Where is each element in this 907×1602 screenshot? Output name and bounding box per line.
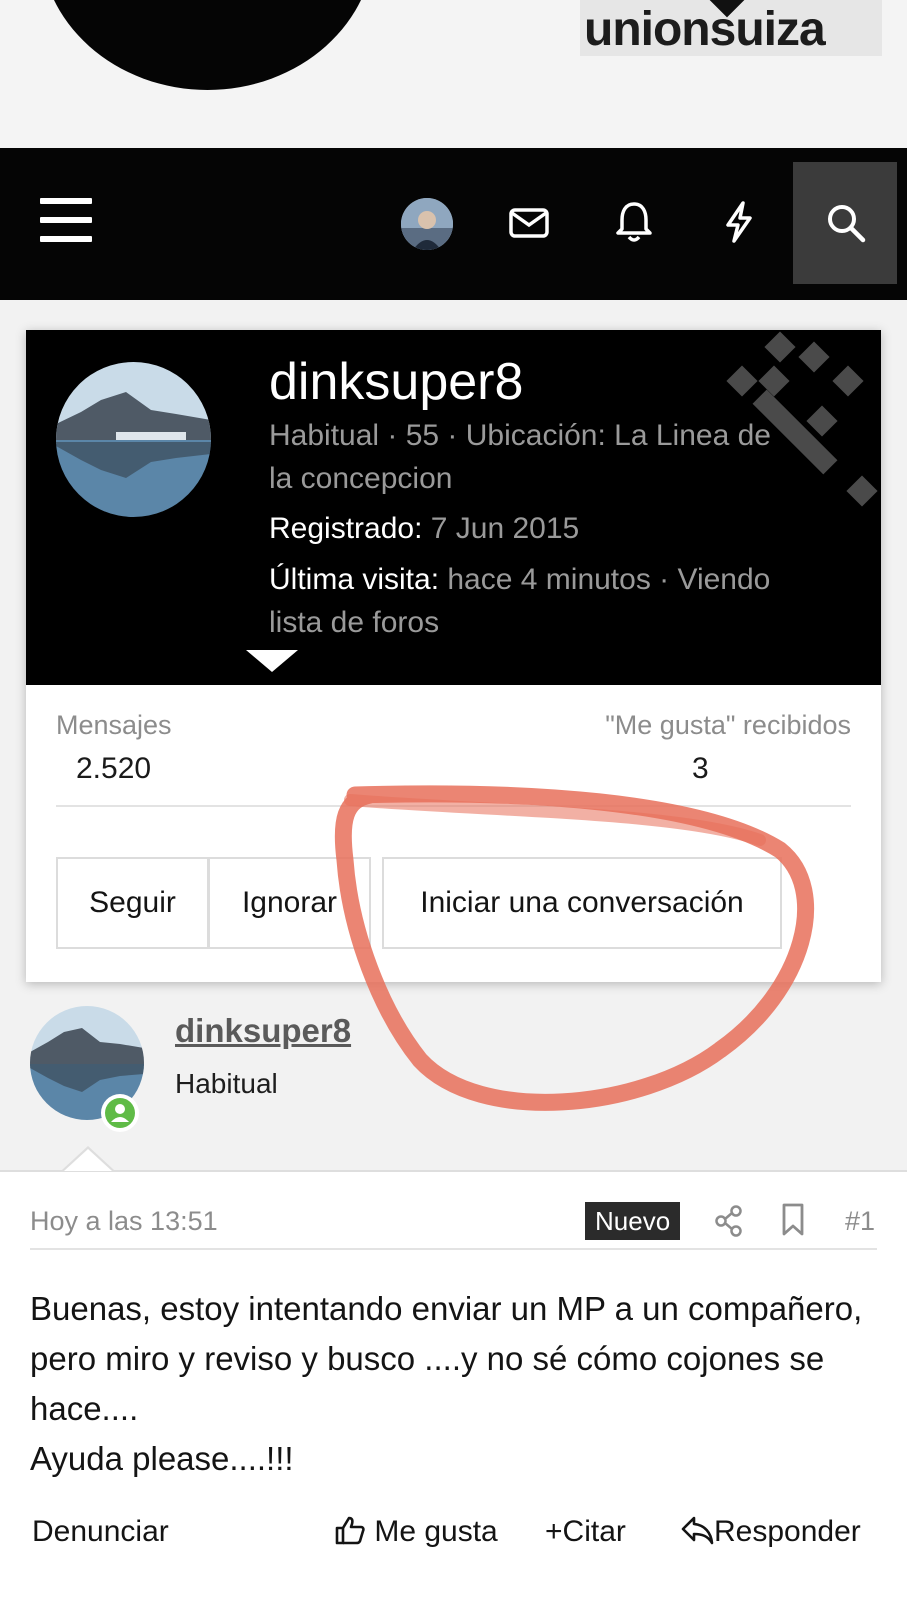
like-label: Me gusta [374, 1515, 498, 1548]
report-link[interactable]: Denunciar [32, 1514, 169, 1550]
plus-icon: + [545, 1515, 563, 1548]
header-logo-circle [40, 0, 375, 90]
like-button[interactable]: Me gusta [334, 1514, 498, 1550]
top-navbar [0, 148, 907, 300]
ignore-button[interactable]: Ignorar [208, 857, 371, 949]
member-rank-location: Habitual · 55 · Ubicación: La Linea de l… [269, 419, 771, 495]
member-registered: Registrado: 7 Jun 2015 [269, 507, 789, 550]
post-author-title: Habitual [175, 1068, 278, 1099]
registered-label: Registrado: [269, 512, 423, 545]
post-divider [30, 1248, 877, 1250]
nav-user-avatar[interactable] [401, 198, 453, 250]
search-icon [828, 205, 866, 243]
post-author-name[interactable]: dinksuper8 [175, 1012, 351, 1050]
post-timestamp[interactable]: Hoy a las 13:51 [30, 1206, 218, 1237]
thumbs-up-icon [335, 1516, 365, 1545]
likes-label: "Me gusta" recibidos [605, 710, 851, 740]
last-visit-label: Última visita: [269, 563, 440, 596]
likes-value[interactable]: 3 [692, 752, 709, 786]
quote-label: Citar [562, 1515, 626, 1548]
member-stats: Mensajes 2.520 "Me gusta" recibidos 3 [56, 710, 851, 807]
post-container: Hoy a las 13:51 Nuevo #1 Buenas, estoy i… [0, 1170, 907, 1602]
start-conversation-button[interactable]: Iniciar una conversación [382, 857, 782, 949]
site-header: unionsuiza [0, 0, 907, 148]
post-number[interactable]: #1 [845, 1206, 875, 1237]
member-avatar[interactable] [56, 362, 211, 517]
post-pointer [64, 1149, 112, 1171]
site-logo[interactable]: unionsuiza [580, 0, 882, 56]
bell-icon[interactable] [614, 200, 654, 244]
messages-label: Mensajes [56, 710, 172, 740]
post-body-text-2: Ayuda please....!!! [30, 1440, 294, 1477]
follow-button[interactable]: Seguir [56, 857, 209, 949]
quote-button[interactable]: +Citar [545, 1514, 626, 1550]
reply-button[interactable]: Responder [680, 1514, 861, 1550]
bookmark-icon[interactable] [780, 1202, 806, 1238]
post-body: Buenas, estoy intentando enviar un MP a … [30, 1284, 880, 1484]
member-last-visit: Última visita: hace 4 minutos · Viendo l… [269, 558, 789, 644]
logo-text: unionsuiza [584, 3, 826, 56]
reply-label: Responder [714, 1515, 861, 1548]
menu-icon[interactable] [40, 198, 92, 242]
member-tooltip-card: dinksuper8 Habitual · 55 · Ubicación: La… [26, 330, 881, 982]
online-status-icon [101, 1094, 139, 1132]
envelope-icon[interactable] [509, 200, 549, 244]
new-badge: Nuevo [585, 1202, 681, 1240]
messages-value[interactable]: 2.520 [76, 752, 151, 786]
member-username[interactable]: dinksuper8 [269, 352, 523, 412]
post-body-text: Buenas, estoy intentando enviar un MP a … [30, 1290, 863, 1427]
bolt-icon[interactable] [719, 200, 759, 244]
registered-value: 7 Jun 2015 [430, 512, 580, 545]
search-button[interactable] [793, 162, 897, 284]
share-icon[interactable] [714, 1204, 744, 1238]
member-tooltip-header: dinksuper8 Habitual · 55 · Ubicación: La… [26, 330, 881, 685]
tooltip-pointer [246, 650, 298, 672]
reply-icon [681, 1516, 714, 1545]
